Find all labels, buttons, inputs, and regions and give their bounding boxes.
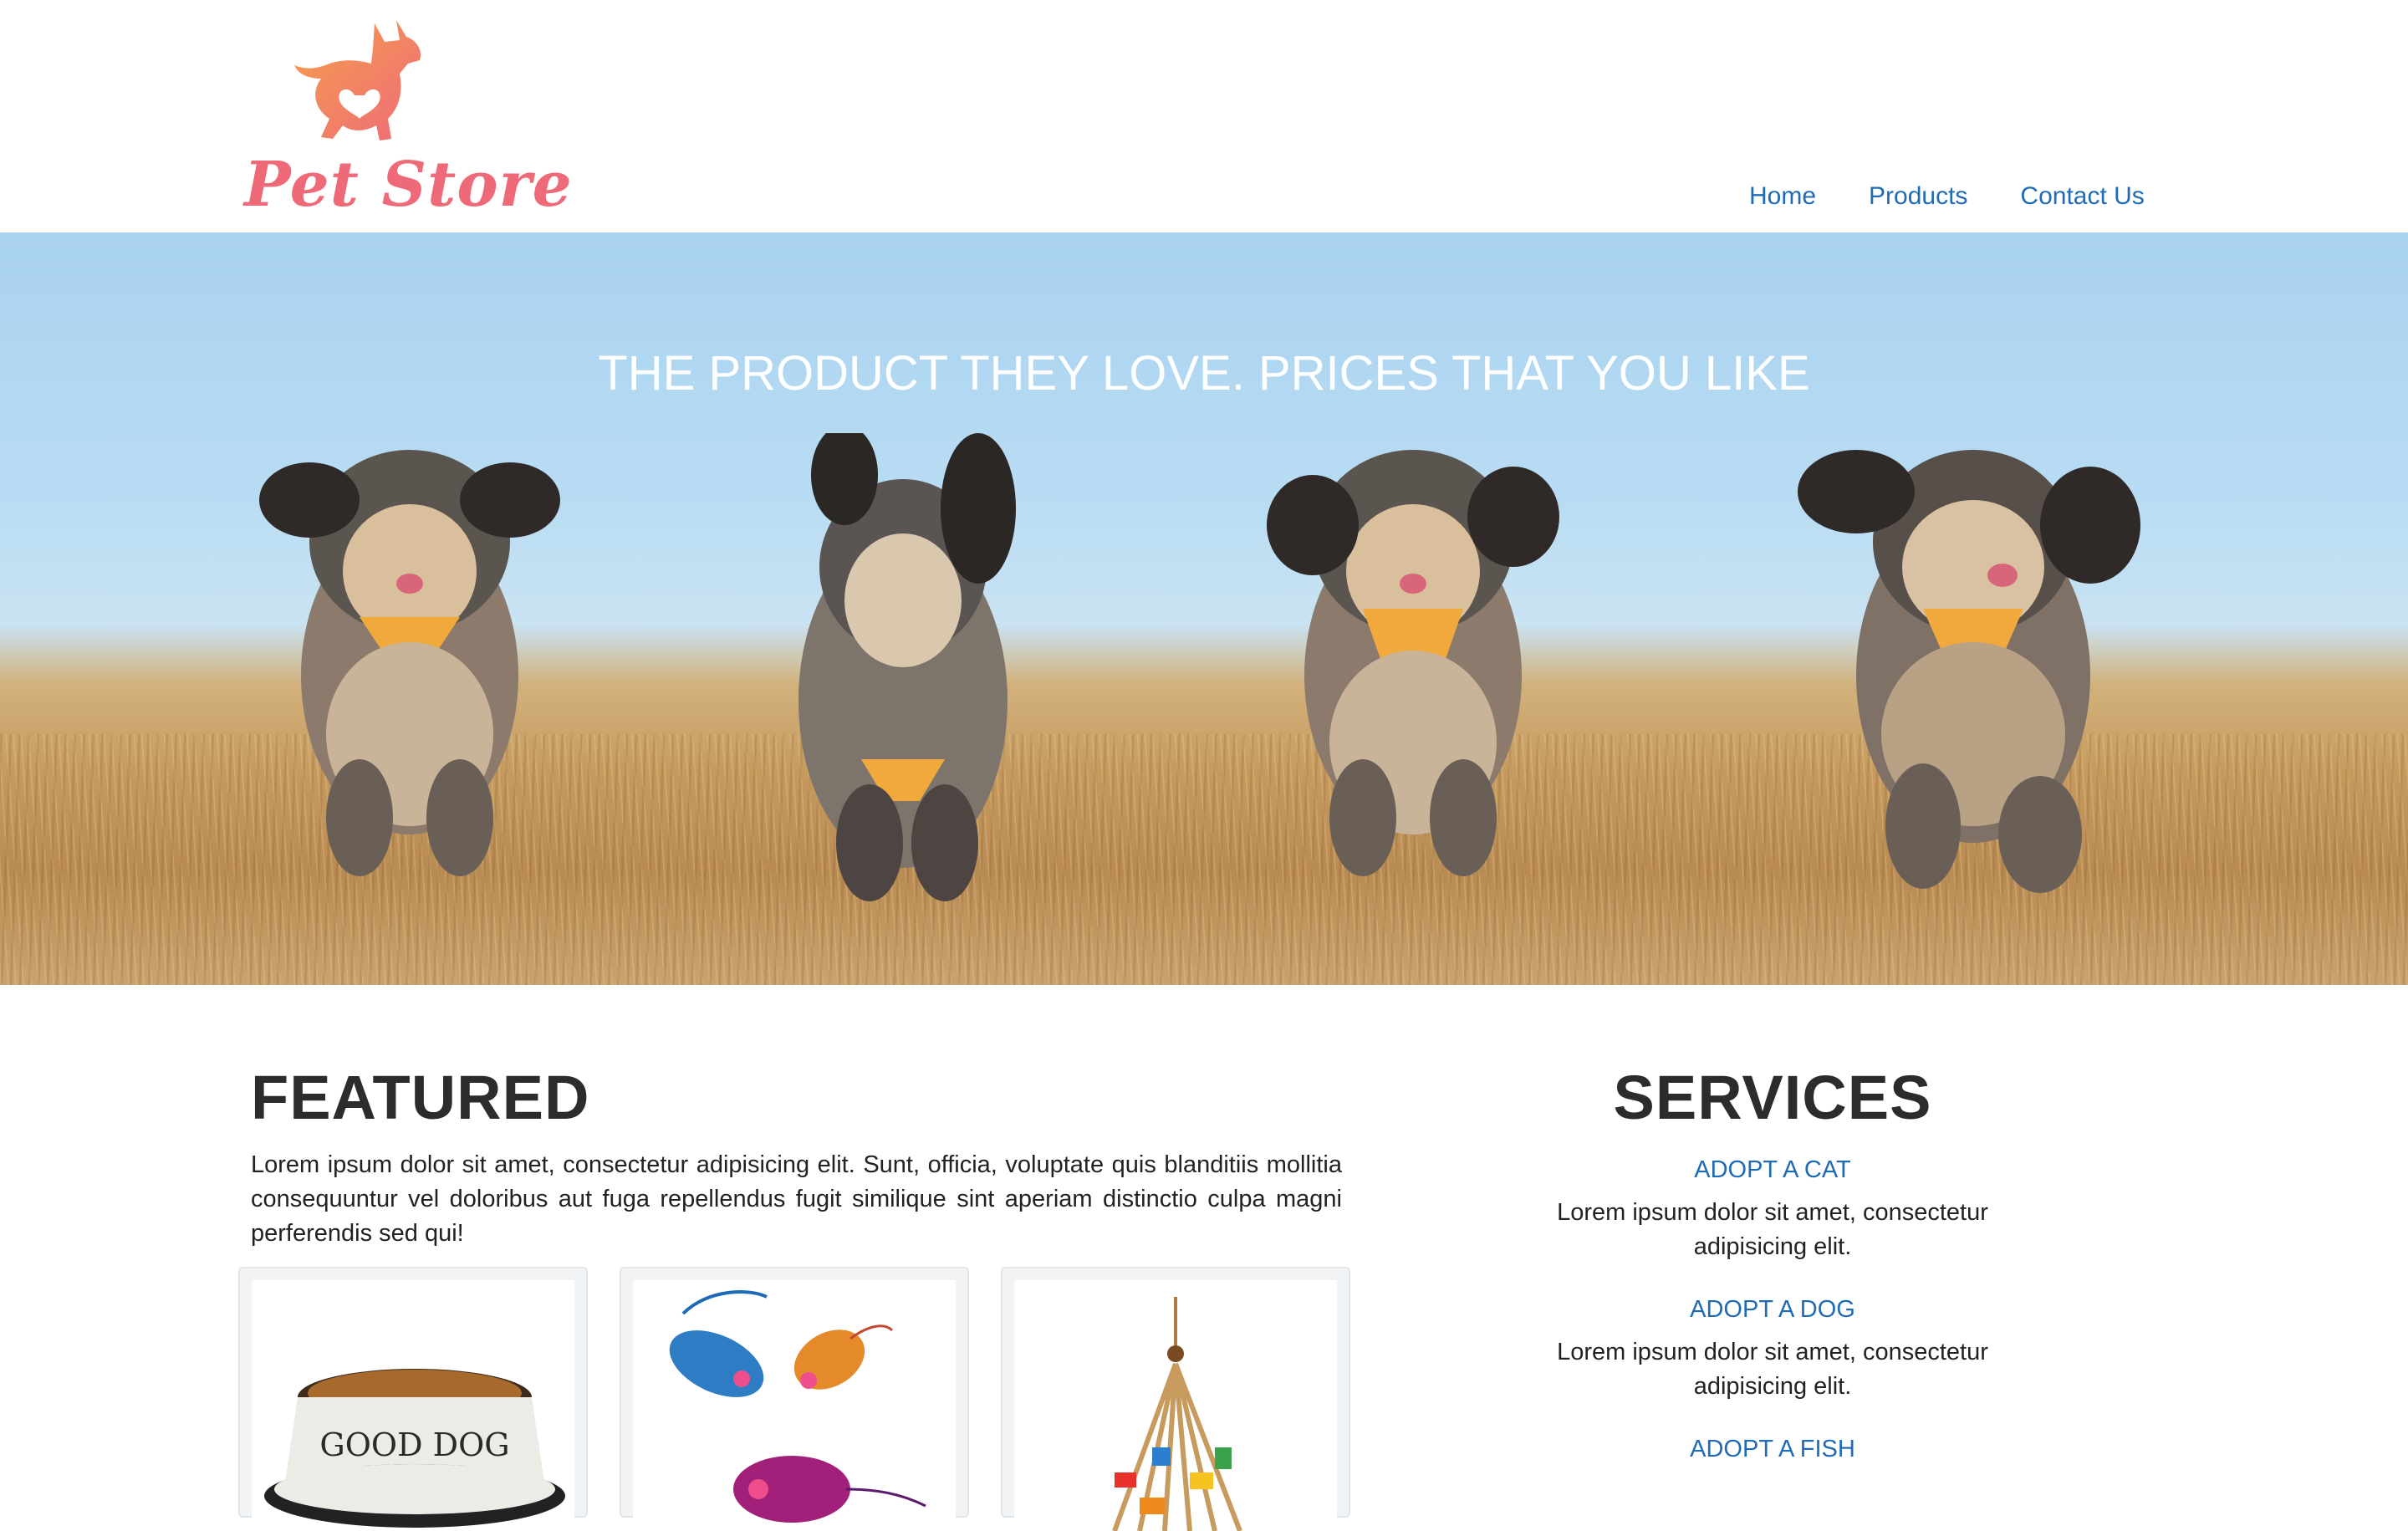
hero-banner: THE PRODUCT THEY LOVE. PRICES THAT YOU L… [0,232,2408,985]
adopt-cat-link[interactable]: ADOPT A CAT [1522,1156,2023,1184]
nav-contact-us[interactable]: Contact Us [2020,182,2144,211]
services-section: SERVICES ADOPT A CAT Lorem ipsum dolor s… [1522,1062,2023,1463]
bird-toy-icon [1112,1297,1242,1531]
product-card-cat-toys[interactable] [620,1267,969,1531]
dog-icon [294,20,421,140]
dog-bowl-icon: GOOD DOG [264,1369,565,1528]
services-heading: SERVICES [1613,1063,1932,1132]
nav-products[interactable]: Products [1869,182,1967,211]
cat-toy-mice-image [633,1280,956,1531]
product-cards: GOOD DOG [238,1267,1350,1531]
logo[interactable]: Pet Store [244,15,572,221]
product-card-bird-toy[interactable] [1001,1267,1350,1531]
site-header: Pet Store Home Products Contact Us [0,0,2408,232]
running-dog-image [1267,450,1559,876]
toy-mice-icon [669,1290,926,1523]
adopt-dog-description: Lorem ipsum dolor sit amet, consectetur … [1557,1339,1988,1400]
nav-home[interactable]: Home [1749,182,1816,211]
bowl-text: GOOD DOG [319,1426,509,1463]
running-dog-image [1798,450,2140,893]
hero-title: THE PRODUCT THEY LOVE. PRICES THAT YOU L… [598,346,1810,401]
featured-section: FEATURED Lorem ipsum dolor sit amet, con… [251,1062,1342,1251]
brand-name: Pet Store [244,149,573,221]
running-dog-image [259,450,560,876]
running-dog-image [798,433,1016,901]
adopt-fish-link[interactable]: ADOPT A FISH [1522,1436,2023,1463]
adopt-cat-description: Lorem ipsum dolor sit amet, consectetur … [1557,1199,1988,1260]
dog-bowl-image: GOOD DOG [252,1280,574,1531]
main-nav: Home Products Contact Us [1749,182,2145,211]
featured-heading: FEATURED [251,1063,590,1132]
adopt-dog-link[interactable]: ADOPT A DOG [1522,1296,2023,1324]
featured-description: Lorem ipsum dolor sit amet, consectetur … [251,1151,1342,1247]
bird-toy-image [1014,1280,1337,1531]
product-card-dog-bowl[interactable]: GOOD DOG [238,1267,588,1531]
